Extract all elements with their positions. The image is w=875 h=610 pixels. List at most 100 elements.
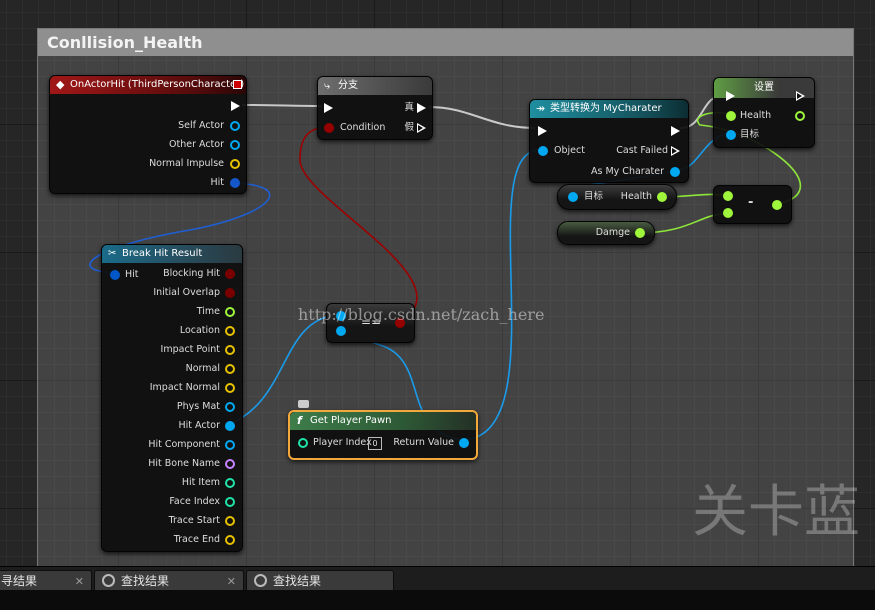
exec-true-pin[interactable] xyxy=(417,103,426,113)
pin-output[interactable] xyxy=(225,345,235,355)
subtract-operator: - xyxy=(748,195,754,210)
exec-in-pin[interactable] xyxy=(324,103,333,113)
pin-label-health: Health xyxy=(740,110,772,121)
pin-label-output: Hit Actor xyxy=(178,420,220,431)
pin-label-object: Object xyxy=(554,145,585,156)
event-diamond-icon: ◆ xyxy=(56,78,65,91)
node-header[interactable]: ↠ 类型转换为 MyCharater xyxy=(530,100,688,118)
close-icon[interactable]: ✕ xyxy=(227,571,236,592)
pin-player-index[interactable] xyxy=(298,438,308,448)
pin-hit-in[interactable] xyxy=(110,270,120,280)
pin-health-out[interactable] xyxy=(657,192,667,202)
pin-health-in[interactable] xyxy=(726,111,736,121)
pin-label-normal-impulse: Normal Impulse xyxy=(149,158,224,169)
comment-bubble-icon[interactable] xyxy=(298,400,309,408)
bool-wire-equal-condition xyxy=(299,126,418,323)
pin-output[interactable] xyxy=(225,478,235,488)
object-wire-pawn-object xyxy=(460,149,541,441)
pin-output[interactable] xyxy=(225,440,235,450)
pin-label-false: 假 xyxy=(404,122,414,133)
node-header[interactable]: ◆ OnActorHit (ThirdPersonCharacter) xyxy=(50,76,246,94)
pin-health-out[interactable] xyxy=(795,111,805,121)
pin-label-cast-failed: Cast Failed xyxy=(616,145,668,156)
pin-label-true: 真 xyxy=(404,102,414,113)
pin-b[interactable] xyxy=(336,326,346,336)
pin-label-return-value: Return Value xyxy=(393,437,454,448)
pin-a[interactable] xyxy=(336,311,346,321)
exec-cast-failed-pin[interactable] xyxy=(671,146,680,156)
get-health-node[interactable]: 目标 Health xyxy=(557,184,677,210)
cast-node[interactable]: ↠ 类型转换为 MyCharater Object Cast Failed As… xyxy=(529,99,689,183)
pin-output[interactable] xyxy=(225,269,235,279)
node-title: 分支 xyxy=(338,80,358,91)
pin-target[interactable] xyxy=(568,192,578,202)
pin-result[interactable] xyxy=(772,200,782,210)
pin-other-actor[interactable] xyxy=(230,140,240,150)
pin-object[interactable] xyxy=(538,146,548,156)
pin-output[interactable] xyxy=(225,326,235,336)
node-header[interactable]: ⤷ 分支 xyxy=(318,77,432,95)
blueprint-graph[interactable]: Conllision_Health ◆ OnActorHit (ThirdPer… xyxy=(0,0,875,566)
pin-label-output: Blocking Hit xyxy=(163,268,220,279)
pin-label-output: Hit Bone Name xyxy=(148,458,220,469)
pin-self-actor[interactable] xyxy=(230,121,240,131)
pin-output[interactable] xyxy=(225,402,235,412)
node-title: 类型转换为 MyCharater xyxy=(550,103,662,114)
delegate-pin-icon[interactable] xyxy=(233,80,242,89)
exec-out-pin[interactable] xyxy=(671,126,680,136)
node-header[interactable]: ✂ Break Hit Result xyxy=(102,245,242,263)
tab-compiler-results[interactable]: 寻结果 ✕ xyxy=(0,570,92,591)
damge-variable-node[interactable]: Damge xyxy=(557,221,655,245)
exec-false-pin[interactable] xyxy=(417,123,426,133)
pin-output[interactable] xyxy=(225,364,235,374)
pin-normal-impulse[interactable] xyxy=(230,159,240,169)
pin-output[interactable] xyxy=(225,288,235,298)
pin-target[interactable] xyxy=(726,130,736,140)
break-hit-result-node[interactable]: ✂ Break Hit Result Hit Blocking Hit Init… xyxy=(101,244,243,552)
pin-label-output: Trace Start xyxy=(168,515,220,526)
exec-out-pin[interactable] xyxy=(231,101,240,111)
pin-label-condition: Condition xyxy=(340,122,386,133)
exec-in-pin[interactable] xyxy=(538,126,547,136)
cast-arrows-icon: ↠ xyxy=(536,102,546,115)
subtract-node[interactable]: - xyxy=(713,185,792,224)
exec-in-pin[interactable] xyxy=(726,91,735,101)
pin-label-self-actor: Self Actor xyxy=(178,120,224,131)
pin-a[interactable] xyxy=(723,191,733,201)
pin-output[interactable] xyxy=(225,421,235,431)
get-player-pawn-node[interactable]: f Get Player Pawn Player Index 0 Return … xyxy=(288,410,478,460)
pin-as-char[interactable] xyxy=(670,167,680,177)
pin-output[interactable] xyxy=(225,307,235,317)
pin-label-target: 目标 xyxy=(584,191,604,202)
pin-output[interactable] xyxy=(225,383,235,393)
pin-label-output: Normal xyxy=(185,363,220,374)
exec-out-pin[interactable] xyxy=(796,91,805,101)
pin-condition[interactable] xyxy=(324,123,334,133)
tab-find-results-1[interactable]: 查找结果 ✕ xyxy=(94,570,244,591)
pin-label-output: Impact Point xyxy=(160,344,220,355)
node-title: Get Player Pawn xyxy=(310,415,392,426)
exec-wire-branch-cast xyxy=(428,106,536,129)
pin-output[interactable] xyxy=(225,459,235,469)
pin-b[interactable] xyxy=(723,208,733,218)
branch-node[interactable]: ⤷ 分支 真 Condition 假 xyxy=(317,76,433,140)
pin-return-value[interactable] xyxy=(459,438,469,448)
node-header[interactable]: f Get Player Pawn xyxy=(290,412,476,430)
variable-label-damge: Damge xyxy=(595,227,630,238)
pin-label-as-char: As My Charater xyxy=(591,166,664,177)
node-title: Break Hit Result xyxy=(122,248,203,259)
pin-result[interactable] xyxy=(395,318,405,328)
player-index-input[interactable]: 0 xyxy=(368,437,382,450)
exec-wire-hit-branch xyxy=(241,104,323,107)
pin-output[interactable] xyxy=(225,516,235,526)
pin-output[interactable] xyxy=(225,497,235,507)
equal-node[interactable]: == xyxy=(326,303,415,343)
event-node-on-actor-hit[interactable]: ◆ OnActorHit (ThirdPersonCharacter) Self… xyxy=(49,75,247,194)
pin-output[interactable] xyxy=(225,535,235,545)
close-icon[interactable]: ✕ xyxy=(75,571,84,592)
tab-find-results-2[interactable]: 查找结果 xyxy=(246,570,394,591)
pin-hit[interactable] xyxy=(230,178,240,188)
pin-damge-out[interactable] xyxy=(635,228,645,238)
pin-label-other-actor: Other Actor xyxy=(169,139,224,150)
set-variable-node[interactable]: 设置 Health 目标 xyxy=(713,77,815,148)
